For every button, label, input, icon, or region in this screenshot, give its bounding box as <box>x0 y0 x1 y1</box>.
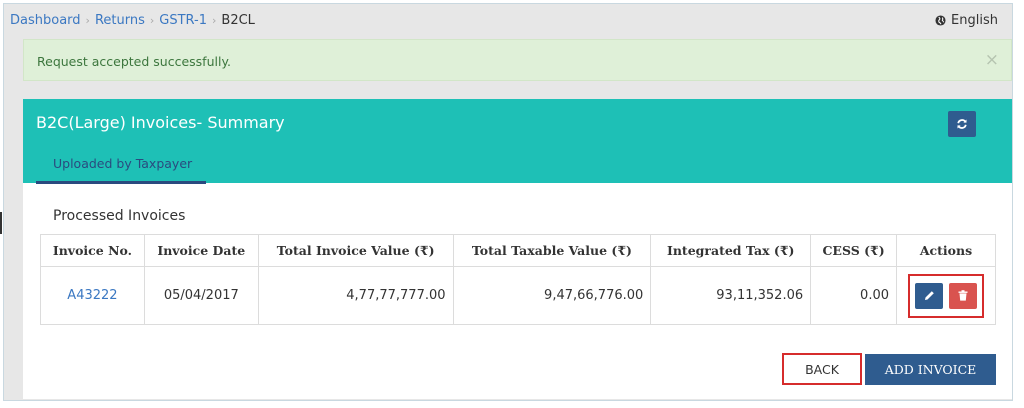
language-selector[interactable]: English <box>935 13 998 28</box>
edit-button[interactable] <box>915 282 943 309</box>
success-alert: Request accepted successfully. × <box>23 39 1012 81</box>
actions-group <box>908 273 984 318</box>
header-invoice-no: Invoice No. <box>40 234 145 267</box>
section-title: Processed Invoices <box>53 208 186 224</box>
header-total-invoice-value: Total Invoice Value (₹) <box>257 234 454 267</box>
cell-cess: 0.00 <box>810 266 897 325</box>
page-frame: Dashboard › Returns › GSTR-1 › B2CL English Re… <box>3 3 1013 401</box>
cell-invoice-date: 05/04/2017 <box>143 266 259 325</box>
refresh-icon <box>957 119 967 129</box>
table-header-row: Invoice No. Invoice Date Total Invoice V… <box>40 234 996 267</box>
invoices-table: Invoice No. Invoice Date Total Invoice V… <box>40 234 996 325</box>
breadcrumb-separator: › <box>212 14 217 27</box>
left-edge-marker <box>0 212 2 234</box>
language-label: English <box>951 13 998 28</box>
pencil-icon <box>924 291 934 300</box>
trash-icon <box>958 290 968 301</box>
breadcrumb-gstr1[interactable]: GSTR-1 <box>159 13 207 28</box>
breadcrumb-separator: › <box>149 14 155 27</box>
breadcrumb-current: B2CL <box>221 13 255 28</box>
card-title: B2C(Large) Invoices- Summary <box>36 113 285 132</box>
card-header: B2C(Large) Invoices- Summary Uploaded by… <box>23 99 1012 184</box>
back-button[interactable]: BACK <box>782 353 862 385</box>
breadcrumb: Dashboard › Returns › GSTR-1 › B2CL <box>10 13 255 28</box>
invoice-link[interactable]: A43222 <box>67 288 117 303</box>
table-row: A43222 05/04/2017 4,77,77,777.00 9,47,66… <box>40 266 996 325</box>
alert-message: Request accepted successfully. <box>37 54 232 69</box>
cell-actions <box>896 266 996 325</box>
header-cess: CESS (₹) <box>810 234 897 267</box>
breadcrumb-returns[interactable]: Returns <box>95 13 145 28</box>
add-invoice-button[interactable]: ADD INVOICE <box>865 354 996 385</box>
breadcrumb-dashboard[interactable]: Dashboard <box>10 13 81 28</box>
globe-icon <box>935 15 946 26</box>
refresh-button[interactable] <box>948 111 976 137</box>
header-actions: Actions <box>896 234 996 267</box>
header-integrated-tax: Integrated Tax (₹) <box>650 234 812 267</box>
breadcrumb-separator: › <box>85 14 90 27</box>
delete-button[interactable] <box>949 282 977 309</box>
header-total-taxable-value: Total Taxable Value (₹) <box>452 234 652 267</box>
cell-total-taxable-value: 9,47,66,776.00 <box>452 266 652 325</box>
top-bar: Dashboard › Returns › GSTR-1 › B2CL English <box>4 4 1012 38</box>
header-invoice-date: Invoice Date <box>143 234 259 267</box>
summary-card: B2C(Large) Invoices- Summary Uploaded by… <box>23 99 1012 399</box>
cell-invoice-no: A43222 <box>40 266 145 325</box>
tab-uploaded-by-taxpayer[interactable]: Uploaded by Taxpayer <box>36 153 206 184</box>
cell-integrated-tax: 93,11,352.06 <box>650 266 812 325</box>
close-icon[interactable]: × <box>985 52 999 69</box>
cell-total-invoice-value: 4,77,77,777.00 <box>257 266 454 325</box>
